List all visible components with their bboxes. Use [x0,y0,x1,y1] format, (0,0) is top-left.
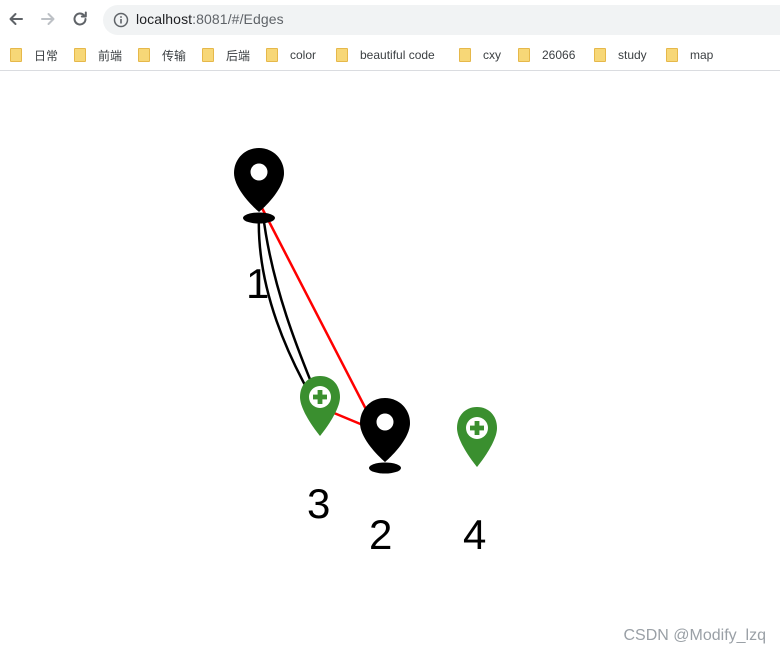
node-2[interactable] [360,398,410,474]
bookmark-folder[interactable]: 26066 [518,45,575,65]
black-location-pin-icon [360,398,410,474]
back-arrow-icon [9,13,23,25]
bookmark-folder[interactable]: cxy [459,45,501,65]
url-path: :8081/#/Edges [192,11,284,27]
bookmark-folder[interactable]: 日常 [10,45,58,65]
graph-svg [234,148,497,474]
browser-toolbar: localhost:8081/#/Edges [0,0,780,40]
reload-button[interactable] [69,8,91,30]
folder-icon [74,48,86,62]
bookmark-label: color [290,48,317,62]
folder-icon [10,48,22,62]
bookmark-label: 传输 [162,48,187,63]
green-add-location-icon [300,376,340,436]
url-text[interactable]: localhost:8081/#/Edges [136,11,284,27]
bookmark-label: cxy [483,48,501,62]
forward-button[interactable] [37,8,59,30]
graph-canvas[interactable]: 1 2 3 4 CSDN @Modify_lzq [0,71,780,653]
bookmark-label: 前端 [98,48,123,63]
bookmark-label: beautiful code [360,48,435,62]
green-add-location-icon [457,407,497,467]
address-bar[interactable]: localhost:8081/#/Edges [103,5,780,35]
bookmark-folder[interactable]: color [266,45,316,65]
watermark: CSDN @Modify_lzq [623,627,767,644]
bookmarks-bar: 日常 前端 传输 后端 color beautiful code cxy 260… [0,40,780,71]
bookmark-folder[interactable]: 传输 [138,45,186,65]
node-4[interactable] [457,407,497,467]
bookmark-folder[interactable]: 前端 [74,45,122,65]
bookmark-folder[interactable]: 后端 [202,45,250,65]
node-1[interactable] [234,148,284,224]
bookmark-label: 日常 [34,48,59,63]
folder-icon [666,48,678,62]
info-icon[interactable] [113,12,129,28]
folder-icon [138,48,150,62]
node-3[interactable] [300,376,340,436]
folder-icon [336,48,348,62]
bookmark-label: map [690,48,714,62]
folder-icon [518,48,530,62]
reload-icon [73,11,87,26]
node-label-3: 3 [307,480,331,527]
back-button[interactable] [5,8,27,30]
folder-icon [202,48,214,62]
bookmark-folder[interactable]: map [666,45,713,65]
node-label-4: 4 [463,511,487,558]
bookmark-label: study [618,48,647,62]
node-label-1: 1 [246,260,270,307]
folder-icon [459,48,471,62]
bookmark-label: 26066 [542,48,576,62]
node-label-2: 2 [369,511,393,558]
forward-arrow-icon [41,13,55,25]
bookmark-folder[interactable]: beautiful code [336,45,435,65]
black-location-pin-icon [234,148,284,224]
bookmark-folder[interactable]: study [594,45,647,65]
bookmark-label: 后端 [226,48,251,63]
folder-icon [594,48,606,62]
url-host: localhost [136,11,193,27]
folder-icon [266,48,278,62]
